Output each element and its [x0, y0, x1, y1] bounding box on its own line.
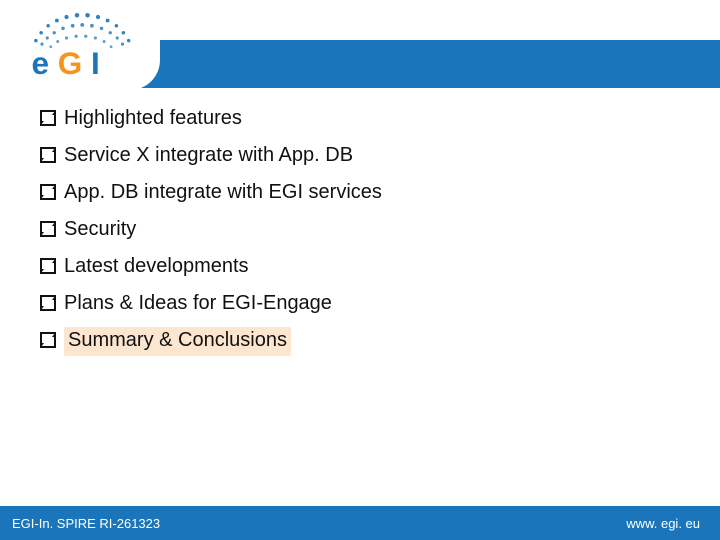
list-item: Highlighted features [40, 105, 680, 132]
slide: e G I Highlighted features Service X int… [0, 0, 720, 540]
square-bullet-icon [40, 110, 56, 126]
bullet-list-container: Highlighted features Service X integrate… [40, 105, 680, 366]
bullet-text: Summary & Conclusions [64, 327, 291, 356]
bullet-text: Highlighted features [64, 105, 242, 132]
list-item: Summary & Conclusions [40, 327, 680, 356]
list-item: Plans & Ideas for EGI-Engage [40, 290, 680, 317]
list-item: Security [40, 216, 680, 243]
square-bullet-icon [40, 184, 56, 200]
footer-left-text: EGI-In. SPIRE RI-261323 [12, 516, 160, 531]
square-bullet-icon [40, 147, 56, 163]
footer-bar: EGI-In. SPIRE RI-261323 www. egi. eu [0, 506, 720, 540]
bullet-text: Latest developments [64, 253, 249, 280]
square-bullet-icon [40, 295, 56, 311]
egi-logo: e G I [14, 4, 154, 86]
logo-box: e G I [0, 0, 160, 90]
square-bullet-icon [40, 258, 56, 274]
svg-text:I: I [91, 45, 100, 81]
svg-text:G: G [58, 45, 83, 81]
svg-text:e: e [32, 45, 50, 81]
list-item: Latest developments [40, 253, 680, 280]
footer-link[interactable]: www. egi. eu [626, 516, 700, 531]
bullet-text: Service X integrate with App. DB [64, 142, 353, 169]
list-item: Service X integrate with App. DB [40, 142, 680, 169]
square-bullet-icon [40, 221, 56, 237]
bullet-text: App. DB integrate with EGI services [64, 179, 382, 206]
list-item: App. DB integrate with EGI services [40, 179, 680, 206]
bullet-text: Security [64, 216, 136, 243]
square-bullet-icon [40, 332, 56, 348]
bullet-text: Plans & Ideas for EGI-Engage [64, 290, 332, 317]
